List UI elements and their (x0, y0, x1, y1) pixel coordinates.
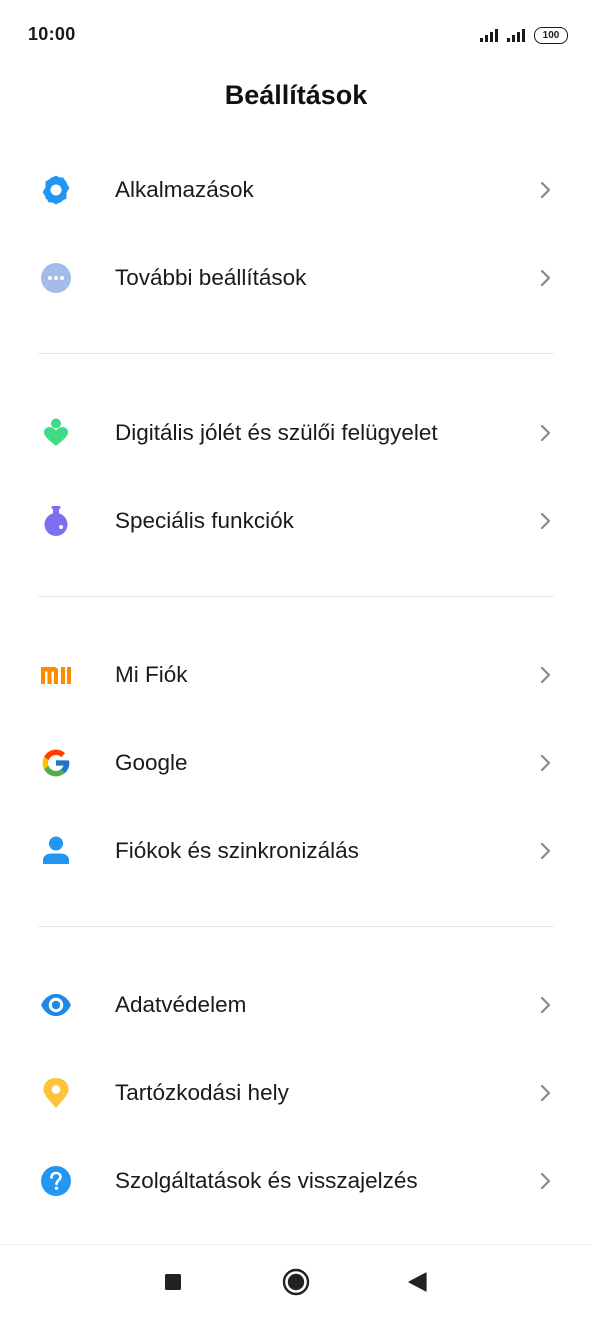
settings-item-label: Google (115, 750, 188, 775)
eye-icon (40, 989, 72, 1021)
location-pin-icon (40, 1077, 72, 1109)
gear-icon (40, 174, 72, 206)
settings-item-accounts-sync[interactable]: Fiókok és szinkronizálás (0, 807, 592, 895)
flask-icon (40, 505, 72, 537)
settings-item-apps[interactable]: Alkalmazások (0, 146, 592, 234)
chevron-right-icon (540, 181, 551, 199)
page-title: Beállítások (224, 80, 368, 110)
settings-item-digital-wellbeing[interactable]: Digitális jólét és szülői felügyelet (0, 389, 592, 477)
settings-item-more-settings[interactable]: További beállítások (0, 234, 592, 322)
settings-item-label: Tartózkodási hely (115, 1080, 289, 1105)
settings-item-privacy[interactable]: Adatvédelem (0, 961, 592, 1049)
chevron-right-icon (540, 666, 551, 684)
square-icon (165, 1274, 181, 1290)
chevron-right-icon (540, 1084, 551, 1102)
settings-item-special-features[interactable]: Speciális funkciók (0, 477, 592, 565)
settings-item-services-feedback[interactable]: Szolgáltatások és visszajelzés (0, 1137, 592, 1225)
person-icon (40, 835, 72, 867)
settings-item-location[interactable]: Tartózkodási hely (0, 1049, 592, 1137)
settings-item-label: További beállítások (115, 265, 307, 290)
settings-item-label: Speciális funkciók (115, 508, 294, 533)
chevron-right-icon (540, 996, 551, 1014)
settings-item-google[interactable]: Google (0, 719, 592, 807)
chevron-right-icon (540, 1172, 551, 1190)
chevron-right-icon (540, 269, 551, 287)
settings-item-label: Alkalmazások (115, 177, 254, 202)
status-time: 10:00 (28, 24, 76, 44)
home-circle-icon (282, 1268, 310, 1296)
back-triangle-icon (408, 1272, 427, 1292)
chevron-right-icon (540, 842, 551, 860)
settings-item-label: Digitális jólét és szülői felügyelet (115, 420, 438, 445)
section-divider (38, 596, 554, 597)
chevron-right-icon (540, 424, 551, 442)
recents-button[interactable] (158, 1267, 188, 1297)
chevron-right-icon (540, 754, 551, 772)
home-button[interactable] (281, 1267, 311, 1297)
section-divider (38, 926, 554, 927)
signal-icon (480, 28, 498, 42)
settings-item-mi-account[interactable]: Mi Fiók (0, 631, 592, 719)
mi-logo-icon (40, 659, 72, 691)
settings-item-label: Fiókok és szinkronizálás (115, 838, 359, 863)
wellbeing-icon (40, 417, 72, 449)
status-icons: 100 (480, 25, 568, 45)
status-bar: 10:00 100 (0, 0, 592, 70)
settings-item-label: Szolgáltatások és visszajelzés (115, 1168, 418, 1193)
back-button[interactable] (402, 1267, 432, 1297)
settings-item-label: Mi Fiók (115, 662, 188, 687)
settings-item-label: Adatvédelem (115, 992, 247, 1017)
google-icon (40, 747, 72, 779)
battery-icon: 100 (534, 26, 568, 44)
more-dots-icon (40, 262, 72, 294)
section-divider (38, 353, 554, 354)
help-icon (40, 1165, 72, 1197)
signal-icon (507, 28, 525, 42)
navigation-bar (0, 1244, 592, 1317)
chevron-right-icon (540, 512, 551, 530)
